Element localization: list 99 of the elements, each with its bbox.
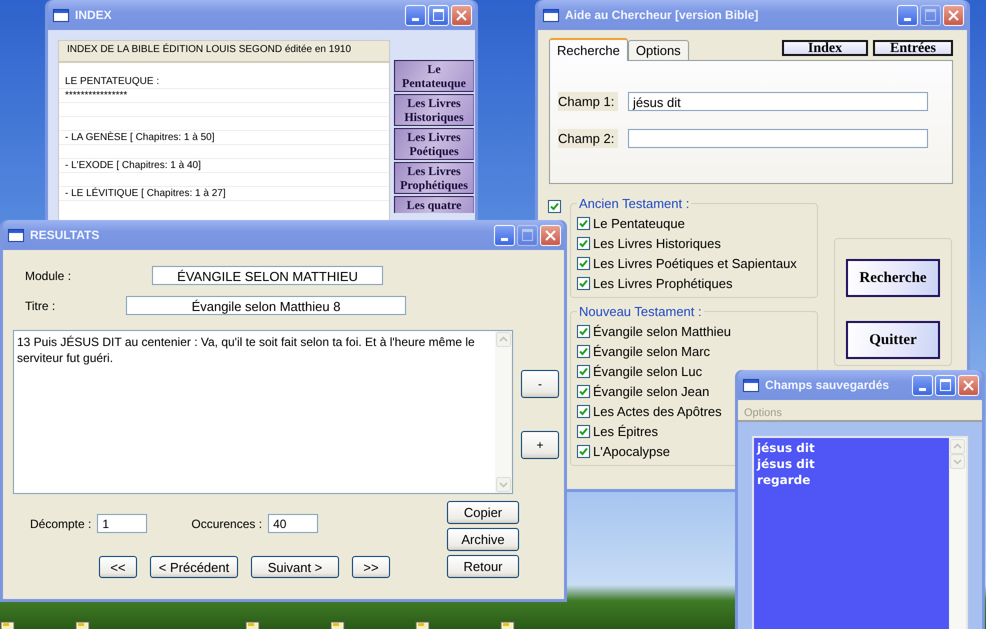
field-label: Occurences :: [191, 516, 262, 530]
close-button[interactable]: [943, 4, 964, 26]
action-button[interactable]: Recherche: [846, 259, 940, 297]
text-field[interactable]: Évangile selon Matthieu 8: [126, 296, 406, 315]
list-header: INDEX DE LA BIBLE ÉDITION LOUIS SEGOND éditée en 1910: [59, 41, 389, 63]
checkbox-label: Évangile selon Luc: [593, 364, 702, 378]
window-icon: [8, 228, 24, 242]
index-line: - L'EXODE [ Chapitres: 1 à 40]: [65, 159, 202, 173]
checkbox-label: Évangile selon Marc: [593, 344, 710, 358]
checkbox[interactable]: [577, 364, 590, 378]
action-button[interactable]: Retour: [447, 555, 519, 578]
minimize-button[interactable]: [405, 4, 426, 26]
text-field[interactable]: jésus dit: [628, 92, 928, 111]
list-item[interactable]: regarde: [757, 472, 946, 488]
checkbox[interactable]: [548, 200, 561, 213]
window-title: INDEX: [75, 8, 113, 22]
file-icon: [500, 621, 516, 629]
nav-button[interactable]: < Précédent: [150, 556, 238, 578]
text-field[interactable]: [628, 129, 928, 148]
file-icon: [0, 621, 16, 629]
index-line: - LE LÉVITIQUE [ Chapitres: 1 à 27]: [65, 187, 227, 201]
zoom-button[interactable]: -: [521, 370, 559, 398]
list-item[interactable]: jésus dit: [757, 440, 946, 456]
section-button[interactable]: Les Livres Historiques: [394, 94, 474, 126]
action-button[interactable]: Quitter: [846, 321, 940, 359]
checkbox[interactable]: [577, 344, 590, 358]
text-field[interactable]: 1: [97, 514, 148, 533]
vertical-scrollbar[interactable]: [949, 438, 966, 629]
checkbox[interactable]: [577, 276, 590, 290]
field-label: Champ 2:: [558, 129, 618, 148]
x-icon: [456, 10, 467, 20]
tab[interactable]: Options: [628, 40, 689, 60]
close-button[interactable]: [540, 224, 561, 246]
window-title: Aide au Chercheur [version Bible]: [565, 8, 760, 22]
checkbox[interactable]: [577, 216, 590, 230]
close-button[interactable]: [451, 4, 472, 26]
text-field[interactable]: ÉVANGILE SELON MATTHIEU: [152, 266, 383, 285]
checkbox-label: L'Apocalypse: [593, 444, 670, 458]
action-button[interactable]: Copier: [447, 501, 519, 524]
checkbox-label: Évangile selon Matthieu: [593, 324, 732, 338]
x-icon: [963, 380, 974, 390]
window-icon: [543, 8, 559, 22]
maximize-button[interactable]: [935, 374, 956, 396]
text-field[interactable]: 40: [268, 514, 318, 533]
maximize-button[interactable]: [428, 4, 449, 26]
text-area[interactable]: 13 Puis JÉSUS DIT au centenier : Va, qu'il te soit fait selon ta foi. Et à l'heure même le serviteur fut guéri.: [13, 330, 513, 494]
list-box[interactable]: jésus dit jésus dit regarde: [752, 436, 968, 629]
window-title: RESULTATS: [30, 228, 100, 242]
x-icon: [948, 10, 959, 20]
field-label: Titre :: [25, 298, 56, 312]
minimize-button[interactable]: [494, 224, 515, 246]
checkbox[interactable]: [577, 444, 590, 458]
checkbox-label: Le Pentateuque: [593, 216, 685, 230]
nav-button[interactable]: >>: [352, 556, 390, 578]
file-icon: [415, 621, 431, 629]
checkbox-label: Les Épitres: [593, 424, 658, 438]
section-button[interactable]: Le Pentateuque: [394, 60, 474, 92]
window-icon: [53, 8, 69, 22]
field-label: Module :: [25, 268, 72, 282]
toolbar-button[interactable]: Index: [782, 40, 868, 56]
close-button[interactable]: [958, 374, 979, 396]
checkbox[interactable]: [577, 236, 590, 250]
file-icon: [75, 621, 91, 629]
checkbox[interactable]: [577, 404, 590, 418]
toolbar-button[interactable]: Entrées: [873, 40, 953, 56]
checkbox-label: Les Livres Prophétiques: [593, 276, 732, 290]
checkbox[interactable]: [577, 256, 590, 270]
index-line: LE PENTATEUQUE :: [65, 75, 160, 89]
minimize-button[interactable]: [897, 4, 918, 26]
window-icon: [743, 378, 759, 392]
group-title: Nouveau Testament :: [578, 304, 703, 319]
zoom-button[interactable]: +: [521, 431, 559, 459]
checkbox[interactable]: [577, 384, 590, 398]
index-line: - LA GENÈSE [ Chapitres: 1 à 50]: [65, 131, 216, 145]
checkbox[interactable]: [577, 424, 590, 438]
section-button[interactable]: Les Livres Poétiques: [394, 128, 474, 160]
checkbox[interactable]: [577, 324, 590, 338]
checkbox-label: Les Actes des Apôtres: [593, 404, 722, 418]
list-item[interactable]: jésus dit: [757, 456, 946, 472]
x-icon: [545, 230, 556, 240]
file-icon: [245, 621, 261, 629]
checkbox-label: Les Livres Poétiques et Sapientaux: [593, 256, 797, 270]
vertical-scrollbar[interactable]: [495, 331, 512, 493]
section-button[interactable]: Les quatre: [394, 196, 474, 213]
checkbox-label: Évangile selon Jean: [593, 384, 710, 398]
field-label: Décompte :: [30, 516, 92, 530]
file-icon: [330, 621, 346, 629]
field-label: Champ 1:: [558, 92, 618, 111]
tab[interactable]: Recherche: [549, 38, 628, 61]
verse-text: 13 Puis JÉSUS DIT au centenier : Va, qu'il te soit fait selon ta foi. Et à l'heure même le serviteur fut guéri.: [16, 334, 476, 367]
checkbox-label: Les Livres Historiques: [593, 236, 721, 250]
nav-button[interactable]: <<: [99, 556, 137, 578]
section-button[interactable]: Les Livres Prophétiques: [394, 162, 474, 194]
nav-button[interactable]: Suivant >: [251, 556, 339, 578]
index-line: ****************: [65, 89, 128, 103]
window-title: Champs sauvegardés: [765, 378, 890, 392]
action-button[interactable]: Archive: [447, 528, 519, 551]
group-title: Ancien Testament :: [578, 196, 690, 211]
minimize-button[interactable]: [912, 374, 933, 396]
